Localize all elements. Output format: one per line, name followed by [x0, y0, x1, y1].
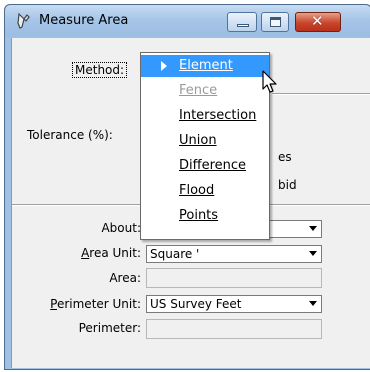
- partial-option-text: bid: [278, 178, 297, 192]
- dropdown-option-points[interactable]: Points: [141, 205, 269, 227]
- dropdown-option-difference[interactable]: Difference: [141, 155, 269, 177]
- separator: [272, 93, 370, 95]
- dropdown-option-flood[interactable]: Flood: [141, 180, 269, 202]
- dropdown-option-element[interactable]: Element: [141, 55, 269, 77]
- option-label: Flood: [179, 183, 215, 198]
- perimeter-unit-select[interactable]: US Survey Feet: [146, 295, 322, 313]
- perimeter-unit-label: Perimeter Unit:: [50, 297, 141, 311]
- perimeter-label: Perimeter:: [78, 321, 141, 335]
- minimize-button[interactable]: [227, 12, 257, 32]
- partial-option-text: es: [278, 150, 292, 164]
- minimize-icon: [237, 24, 249, 27]
- chevron-down-icon: [309, 226, 317, 231]
- dropdown-option-fence: Fence: [141, 80, 269, 102]
- window-title: Measure Area: [39, 13, 129, 28]
- maximize-icon: [270, 17, 281, 27]
- option-label: Intersection: [179, 108, 257, 123]
- area-label: Area:: [109, 271, 141, 285]
- close-button[interactable]: ✕: [295, 12, 341, 32]
- area-field: [146, 268, 322, 288]
- method-label: Method:: [72, 62, 128, 78]
- option-label: Points: [179, 208, 219, 223]
- measure-area-icon: [17, 12, 30, 29]
- chevron-down-icon: [309, 301, 317, 306]
- dropdown-option-union[interactable]: Union: [141, 130, 269, 152]
- option-label: Union: [179, 133, 217, 148]
- selected-arrow-icon: [161, 61, 167, 71]
- option-label: Fence: [179, 83, 218, 98]
- perimeter-field: [146, 319, 322, 339]
- about-label: About:: [101, 221, 141, 235]
- area-unit-label: Area Unit:: [81, 246, 141, 260]
- option-label: Difference: [179, 158, 247, 173]
- dropdown-option-intersection[interactable]: Intersection: [141, 105, 269, 127]
- tolerance-label: Tolerance (%):: [27, 128, 113, 142]
- area-unit-value: Square ': [150, 247, 200, 261]
- method-dropdown[interactable]: Element Fence Intersection Union Differe…: [140, 52, 270, 240]
- mouse-pointer-icon: [262, 70, 277, 93]
- area-unit-select[interactable]: Square ': [146, 245, 322, 263]
- perimeter-unit-value: US Survey Feet: [150, 297, 242, 311]
- option-label: Element: [179, 58, 233, 73]
- title-bar[interactable]: Measure Area ✕: [5, 5, 370, 37]
- chevron-down-icon: [309, 251, 317, 256]
- maximize-button[interactable]: [261, 12, 289, 32]
- close-icon: ✕: [311, 12, 324, 30]
